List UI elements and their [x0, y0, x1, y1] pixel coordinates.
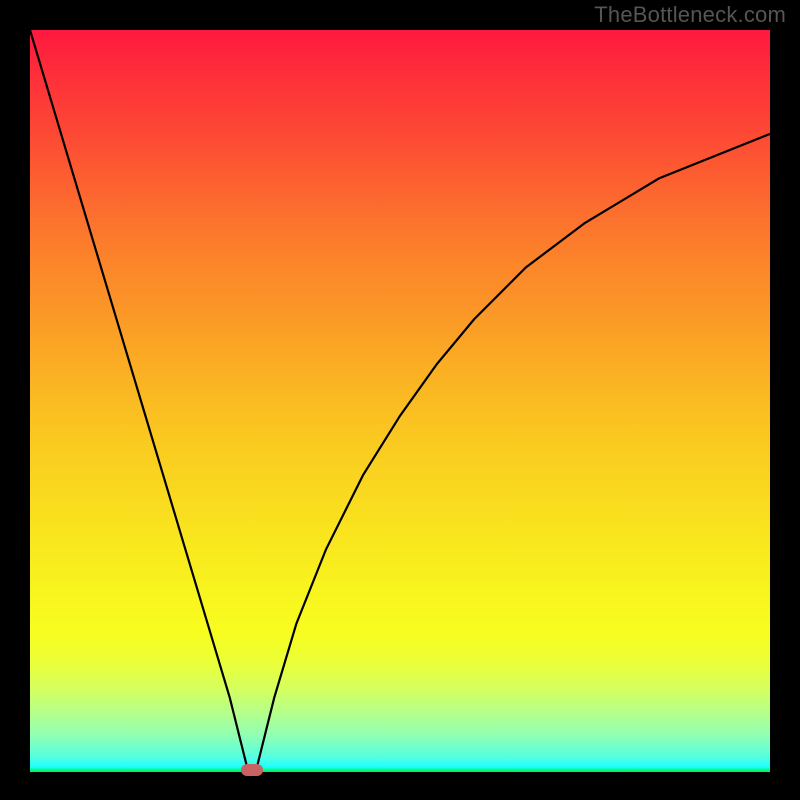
watermark-text: TheBottleneck.com — [594, 2, 786, 28]
curve-left-branch — [30, 30, 248, 772]
chart-curves — [30, 30, 770, 772]
chart-area — [30, 30, 770, 772]
bottleneck-marker — [241, 764, 263, 776]
curve-right-branch — [256, 134, 770, 772]
